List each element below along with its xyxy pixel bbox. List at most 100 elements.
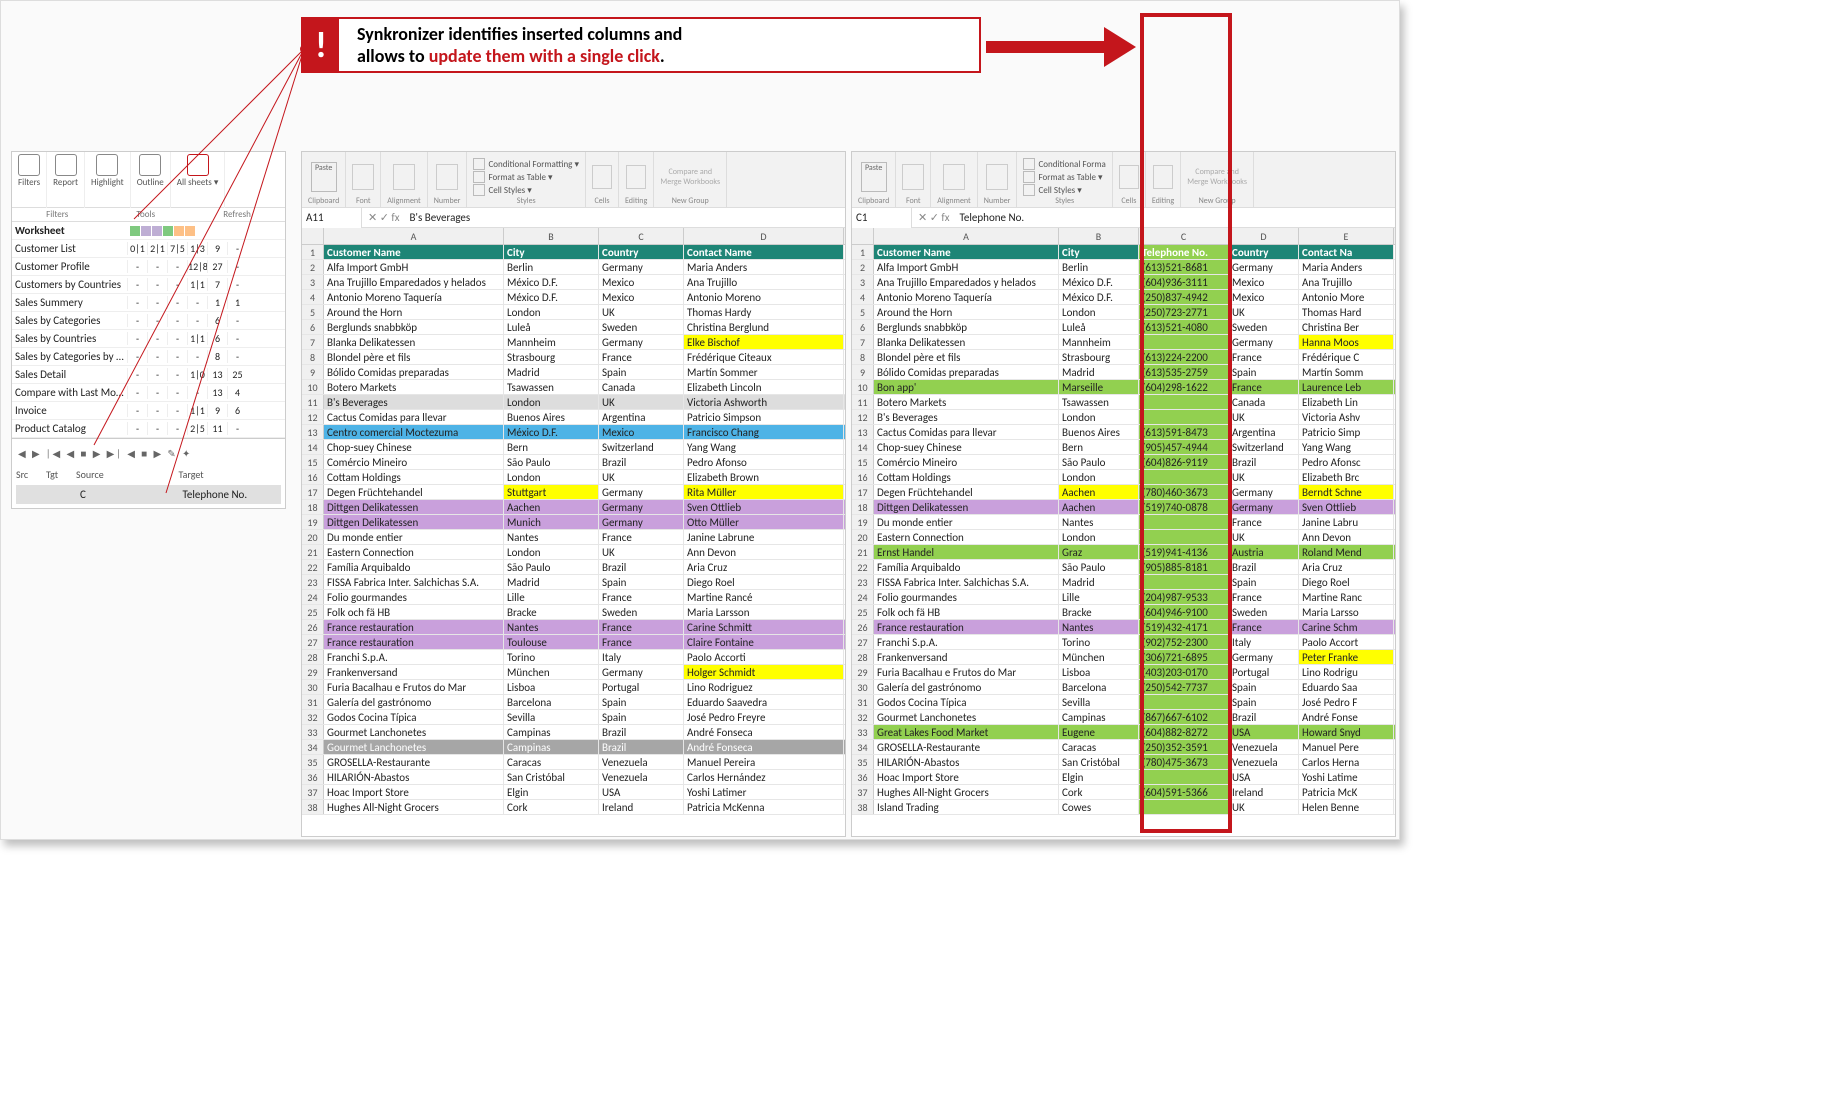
cell[interactable]: Germany bbox=[599, 260, 684, 274]
cell[interactable]: UK bbox=[1229, 470, 1299, 484]
cell[interactable]: Barcelona bbox=[1059, 680, 1139, 694]
table-header-cell[interactable]: Customer Name bbox=[324, 245, 504, 259]
cell[interactable]: Patricia McKenna bbox=[684, 800, 844, 814]
row-header[interactable]: 22 bbox=[852, 560, 874, 574]
worksheet-row[interactable]: Customers by Countries---1|17- bbox=[12, 276, 285, 294]
cell[interactable]: Brazil bbox=[1229, 710, 1299, 724]
cell[interactable]: (604)882-8272 bbox=[1139, 725, 1229, 739]
cell[interactable]: Italy bbox=[599, 650, 684, 664]
cell[interactable]: (403)203-0170 bbox=[1139, 665, 1229, 679]
row-header[interactable]: 24 bbox=[302, 590, 324, 604]
cell[interactable]: Germany bbox=[599, 665, 684, 679]
cell[interactable]: Berlin bbox=[1059, 260, 1139, 274]
cell[interactable]: Du monde entier bbox=[324, 530, 504, 544]
cell[interactable]: Blanka Delikatessen bbox=[324, 335, 504, 349]
cell[interactable]: (613)521-4080 bbox=[1139, 320, 1229, 334]
cell[interactable]: Mexico bbox=[1229, 290, 1299, 304]
cell[interactable]: Germany bbox=[1229, 260, 1299, 274]
cell[interactable]: Antonio More bbox=[1299, 290, 1394, 304]
cell[interactable]: Thomas Hard bbox=[1299, 305, 1394, 319]
cell[interactable]: France bbox=[1229, 620, 1299, 634]
cell[interactable]: UK bbox=[599, 470, 684, 484]
cell[interactable]: Elizabeth Lincoln bbox=[684, 380, 844, 394]
cell[interactable]: Hughes All-Night Grocers bbox=[324, 800, 504, 814]
cell[interactable]: B's Beverages bbox=[874, 410, 1059, 424]
row-header[interactable]: 13 bbox=[302, 425, 324, 439]
cell[interactable]: Elizabeth Lin bbox=[1299, 395, 1394, 409]
col-header-D[interactable]: D bbox=[684, 228, 844, 244]
cell[interactable]: (519)740-0878 bbox=[1139, 500, 1229, 514]
cell[interactable]: Bracke bbox=[1059, 605, 1139, 619]
row-header[interactable]: 38 bbox=[302, 800, 324, 814]
cell[interactable]: México D.F. bbox=[1059, 275, 1139, 289]
cell[interactable]: USA bbox=[1229, 725, 1299, 739]
paste-icon[interactable]: Paste bbox=[861, 162, 887, 192]
cell[interactable]: Aria Cruz bbox=[1299, 560, 1394, 574]
cell[interactable]: (613)591-8473 bbox=[1139, 425, 1229, 439]
cell[interactable]: Rita Müller bbox=[684, 485, 844, 499]
cell[interactable] bbox=[1139, 800, 1229, 814]
row-header[interactable]: 17 bbox=[852, 485, 874, 499]
cell[interactable]: Mexico bbox=[599, 290, 684, 304]
cell[interactable]: Frankenversand bbox=[874, 650, 1059, 664]
cell[interactable]: Brazil bbox=[1229, 560, 1299, 574]
cell[interactable]: São Paulo bbox=[1059, 560, 1139, 574]
category-square[interactable] bbox=[185, 226, 195, 236]
row-header[interactable]: 35 bbox=[302, 755, 324, 769]
number-button[interactable] bbox=[986, 164, 1008, 190]
cell[interactable]: Lille bbox=[1059, 590, 1139, 604]
row-header[interactable]: 32 bbox=[852, 710, 874, 724]
cell[interactable]: France bbox=[599, 635, 684, 649]
cell[interactable]: Brazil bbox=[599, 725, 684, 739]
cell[interactable]: Maria Larsson bbox=[684, 605, 844, 619]
cell[interactable]: Bern bbox=[504, 440, 599, 454]
category-square[interactable] bbox=[130, 226, 140, 236]
cell[interactable]: Yang Wang bbox=[684, 440, 844, 454]
cell[interactable]: Maria Larsso bbox=[1299, 605, 1394, 619]
table-header-cell[interactable]: City bbox=[1059, 245, 1139, 259]
compare-merge-button[interactable]: Compare and Merge Workbooks bbox=[1187, 167, 1247, 187]
cell[interactable]: José Pedro Freyre bbox=[684, 710, 844, 724]
cell[interactable]: Manuel Pere bbox=[1299, 740, 1394, 754]
panel-nav-icons[interactable]: ◀ ▶ |◀ ◀ ■ ▶ ▶| ◀ ■ ▶ ✎ ✦ bbox=[16, 443, 281, 464]
cell[interactable]: Strasbourg bbox=[504, 350, 599, 364]
cell[interactable]: Elgin bbox=[1059, 770, 1139, 784]
row-header[interactable]: 26 bbox=[302, 620, 324, 634]
cell[interactable]: Berglunds snabbköp bbox=[324, 320, 504, 334]
cell[interactable]: Franchi S.p.A. bbox=[324, 650, 504, 664]
cell[interactable]: UK bbox=[1229, 410, 1299, 424]
fx-icons[interactable]: ✕ ✓ fx bbox=[362, 211, 406, 224]
row-header[interactable]: 16 bbox=[302, 470, 324, 484]
style-menu-item[interactable]: Format as Table ▾ bbox=[488, 172, 552, 183]
worksheet-row[interactable]: Invoice---1|196 bbox=[12, 402, 285, 420]
row-header[interactable]: 37 bbox=[852, 785, 874, 799]
cell[interactable]: Martine Rancé bbox=[684, 590, 844, 604]
cell[interactable]: Sweden bbox=[1229, 320, 1299, 334]
row-header[interactable]: 29 bbox=[302, 665, 324, 679]
cell[interactable] bbox=[1139, 695, 1229, 709]
cell[interactable]: Furia Bacalhau e Frutos do Mar bbox=[874, 665, 1059, 679]
cell[interactable]: Alfa Import GmbH bbox=[874, 260, 1059, 274]
cell[interactable]: Degen Früchtehandel bbox=[324, 485, 504, 499]
row-header[interactable]: 19 bbox=[302, 515, 324, 529]
category-square[interactable] bbox=[174, 226, 184, 236]
category-square[interactable] bbox=[141, 226, 151, 236]
worksheet-row[interactable]: Sales by Categories----6- bbox=[12, 312, 285, 330]
row-header[interactable]: 26 bbox=[852, 620, 874, 634]
cell[interactable] bbox=[1139, 470, 1229, 484]
cell[interactable]: München bbox=[504, 665, 599, 679]
cell[interactable]: Janine Labrune bbox=[684, 530, 844, 544]
cell[interactable]: Gourmet Lanchonetes bbox=[874, 710, 1059, 724]
cell[interactable]: Ana Trujillo bbox=[684, 275, 844, 289]
row-header[interactable]: 28 bbox=[302, 650, 324, 664]
cell[interactable]: Ana Trujillo bbox=[1299, 275, 1394, 289]
cell[interactable]: Ireland bbox=[599, 800, 684, 814]
cell[interactable]: London bbox=[1059, 305, 1139, 319]
row-header[interactable]: 21 bbox=[302, 545, 324, 559]
cell[interactable]: UK bbox=[599, 395, 684, 409]
cell[interactable]: Stuttgart bbox=[504, 485, 599, 499]
table-header-cell[interactable]: City bbox=[504, 245, 599, 259]
cell[interactable]: San Cristóbal bbox=[1059, 755, 1139, 769]
row-header[interactable]: 6 bbox=[852, 320, 874, 334]
cell[interactable]: Lille bbox=[504, 590, 599, 604]
